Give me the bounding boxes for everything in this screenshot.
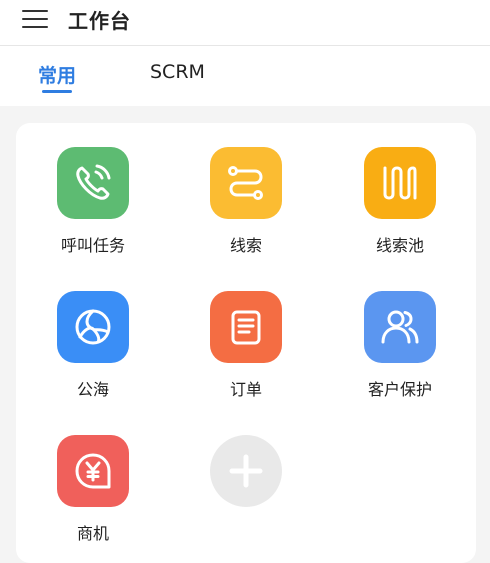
- aperture-icon: [57, 291, 129, 363]
- active-tab-indicator: [42, 90, 72, 93]
- app-public-sea[interactable]: 公海: [33, 291, 153, 400]
- app-lead-pool[interactable]: 线索池: [340, 147, 460, 256]
- route-icon: [210, 147, 282, 219]
- add-app-button[interactable]: [186, 435, 306, 507]
- app-header: 工作台: [0, 0, 490, 46]
- app-call-task[interactable]: 呼叫任务: [33, 147, 153, 256]
- lead-pool-icon: [364, 147, 436, 219]
- app-customer-protect[interactable]: 客户保护: [340, 291, 460, 400]
- phone-call-icon: [57, 147, 129, 219]
- tab-bar: 常用 SCRM: [0, 46, 490, 106]
- app-leads[interactable]: 线索: [186, 147, 306, 256]
- document-icon: [210, 291, 282, 363]
- app-label: 线索池: [375, 236, 424, 255]
- app-label: 线索: [229, 236, 262, 255]
- app-label: 订单: [229, 380, 262, 399]
- app-label: 客户保护: [367, 380, 432, 399]
- page-title: 工作台: [68, 9, 131, 33]
- tab-scrm[interactable]: SCRM: [150, 61, 205, 83]
- app-grid-card: 呼叫任务 线索 线索池 公海 订单 客户保护 商机: [16, 123, 476, 563]
- plus-icon: [210, 435, 282, 507]
- app-label: 呼叫任务: [60, 236, 125, 255]
- app-label: 商机: [76, 524, 109, 543]
- app-opportunity[interactable]: 商机: [33, 435, 153, 544]
- app-label: 公海: [76, 380, 109, 399]
- app-orders[interactable]: 订单: [186, 291, 306, 400]
- yen-bubble-icon: [57, 435, 129, 507]
- tab-common[interactable]: 常用: [38, 61, 76, 88]
- users-icon: [364, 291, 436, 363]
- hamburger-menu-icon[interactable]: [20, 7, 50, 31]
